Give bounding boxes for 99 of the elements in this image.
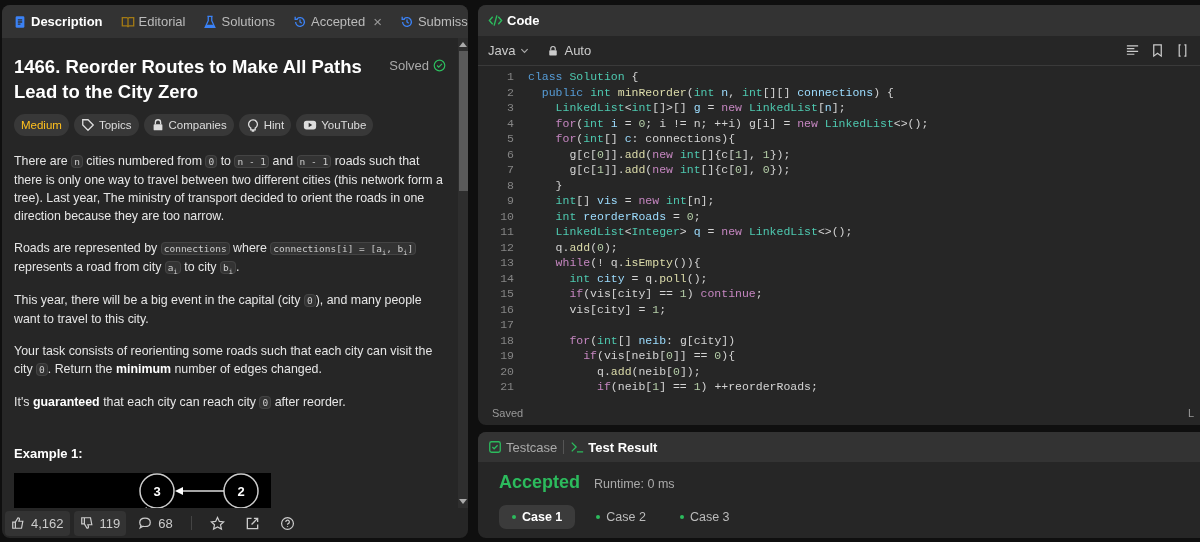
code-line: int reorderRoads = 0;	[554, 208, 701, 224]
book-icon	[120, 14, 135, 29]
chevron-down-icon	[520, 46, 530, 55]
check-circle-icon	[433, 59, 446, 72]
doc-icon	[13, 14, 27, 29]
panel-tab[interactable]: Solutions	[200, 12, 278, 31]
tag-chip[interactable]: YouTube	[296, 114, 374, 136]
cursor-status: L	[1187, 407, 1194, 419]
bookmark-icon[interactable]	[1150, 43, 1165, 58]
mode-button[interactable]: Auto	[547, 43, 592, 58]
line-number: 14	[499, 270, 514, 286]
tag-chip[interactable]: Companies	[143, 114, 234, 136]
code-line: if(vis[neib[0]] == 0){	[582, 348, 736, 364]
comment-icon	[138, 516, 153, 530]
line-number: 4	[506, 115, 514, 131]
graph-drawing: 3 2	[14, 473, 271, 508]
result-tab[interactable]: Test Result	[570, 439, 658, 455]
history-icon	[292, 14, 307, 29]
tag-chip[interactable]: Topics	[73, 114, 139, 136]
thumbs-down-icon	[79, 516, 94, 530]
bulb-icon	[245, 118, 260, 132]
description-paragraph: It's guaranteed that each city can reach city 0 after reorder.	[14, 394, 347, 411]
language-dropdown[interactable]: Java	[488, 43, 530, 58]
code-line: if(neib[1] == 1) ++reorderRoads;	[596, 379, 818, 395]
line-number: 6	[506, 146, 514, 162]
code-line: LinkedList<Integer> q = new LinkedList<>();	[554, 224, 853, 240]
problem-title: 1466. Reorder Routes to Make All Paths Lead to the City Zero	[14, 55, 363, 104]
code-line: q.add(0);	[554, 239, 618, 255]
description-paragraph: There are n cities numbered from 0 to n - 1 and n - 1 roads such that there is only one way to travel between two different cities (this network form a tree). Last year, The ministry of transport decided to orient the roads in one direction because they are too narrow.	[14, 153, 444, 225]
code-icon	[488, 13, 503, 28]
code-line: }	[554, 177, 563, 193]
terminal-icon	[570, 440, 585, 454]
line-number: 21	[499, 379, 514, 395]
line-number: 15	[499, 286, 514, 302]
runtime-text: Runtime: 0 ms	[594, 477, 675, 491]
close-icon[interactable]: ×	[373, 13, 382, 30]
result-tab[interactable]: Testcase	[488, 439, 558, 455]
line-number: 19	[499, 348, 514, 364]
code-line: g[c[0]].add(new int[]{c[1], 1});	[568, 146, 791, 162]
code-line: class Solution {	[527, 69, 639, 85]
code-line: g[c[1]].add(new int[]{c[0], 0});	[568, 162, 791, 178]
format-icon[interactable]	[1125, 43, 1140, 58]
thumbs-up-icon	[11, 516, 25, 530]
line-number: 3	[506, 100, 514, 116]
code-line: q.add(neib[0]);	[596, 363, 701, 379]
difficulty-badge: Medium	[14, 114, 69, 136]
line-number: 1	[506, 69, 514, 85]
panel-tab[interactable]: Description	[10, 12, 106, 31]
flask-icon	[203, 14, 218, 29]
star-icon[interactable]	[209, 515, 225, 531]
play-icon	[303, 118, 318, 132]
code-line: LinkedList<int[]>[] g = new LinkedList[n];	[554, 100, 846, 116]
description-paragraph: Roads are represented by connections where connections[i] = [a$_{i}$, b$_{i}$] represents a road from city a$_{i}$ to city b$_{i}$ .	[14, 239, 446, 277]
lock-icon	[547, 44, 560, 57]
code-line: if(vis[city] == 1) continue;	[568, 286, 763, 302]
case-tab[interactable]: Case 3	[666, 505, 743, 529]
share-icon[interactable]	[244, 515, 260, 531]
code-line: vis[city] = 1;	[568, 301, 667, 317]
code-line: while(! q.isEmpty()){	[554, 255, 701, 271]
line-number: 18	[499, 332, 514, 348]
tag-icon	[80, 118, 95, 132]
line-number: 8	[506, 177, 514, 193]
line-number: 20	[499, 363, 514, 379]
case-tab[interactable]: Case 2	[583, 505, 659, 529]
line-number: 16	[499, 301, 514, 317]
line-number: 12	[499, 239, 514, 255]
code-line: for(int[] c: connections){	[554, 131, 736, 147]
line-number: 17	[499, 317, 514, 333]
like-button[interactable]: 4,162	[5, 510, 70, 536]
code-line: int city = q.poll();	[568, 270, 708, 286]
code-line: for(int i = 0; i != n; ++i) g[i] = new LinkedList<>();	[554, 115, 929, 131]
line-number: 2	[506, 84, 514, 100]
case-tab[interactable]: Case 1	[499, 505, 576, 529]
line-number: 5	[506, 131, 514, 147]
description-paragraph: This year, there will be a big event in the capital (city 0 ), and many people want to travel to this city.	[14, 292, 423, 328]
help-icon[interactable]	[279, 515, 295, 531]
panel-tab[interactable]: Accepted ×	[289, 11, 385, 32]
panel-tab[interactable]: Editorial	[117, 12, 189, 31]
save-status: Saved	[492, 407, 524, 419]
comments-button[interactable]: 68	[130, 510, 181, 536]
code-line: public int minReorder(int n, int[][] connections) {	[540, 84, 894, 100]
verdict-text: Accepted	[499, 472, 581, 493]
code-line: for(int[] neib: g[city])	[568, 332, 736, 348]
panel-tab[interactable]: Submiss	[396, 12, 468, 31]
example-heading: Example 1:	[14, 446, 84, 461]
panel-title: Code	[507, 13, 540, 28]
line-number: 13	[499, 255, 514, 271]
description-paragraph: Your task consists of reorienting some roads such that each city can visit the city 0 . Return the minimum number of edges changed.	[14, 343, 434, 378]
solved-status: Solved	[389, 58, 446, 73]
check-icon	[488, 440, 502, 454]
tag-chip[interactable]: Hint	[238, 114, 292, 136]
line-number: 10	[499, 208, 514, 224]
line-number: 7	[506, 162, 514, 178]
history-icon	[399, 14, 414, 29]
line-number: 11	[499, 224, 514, 240]
code-line: int[] vis = new int[n];	[554, 193, 715, 209]
line-number: 9	[506, 193, 514, 209]
scrollbar[interactable]	[458, 38, 468, 508]
dislike-button[interactable]: 119	[73, 510, 127, 536]
